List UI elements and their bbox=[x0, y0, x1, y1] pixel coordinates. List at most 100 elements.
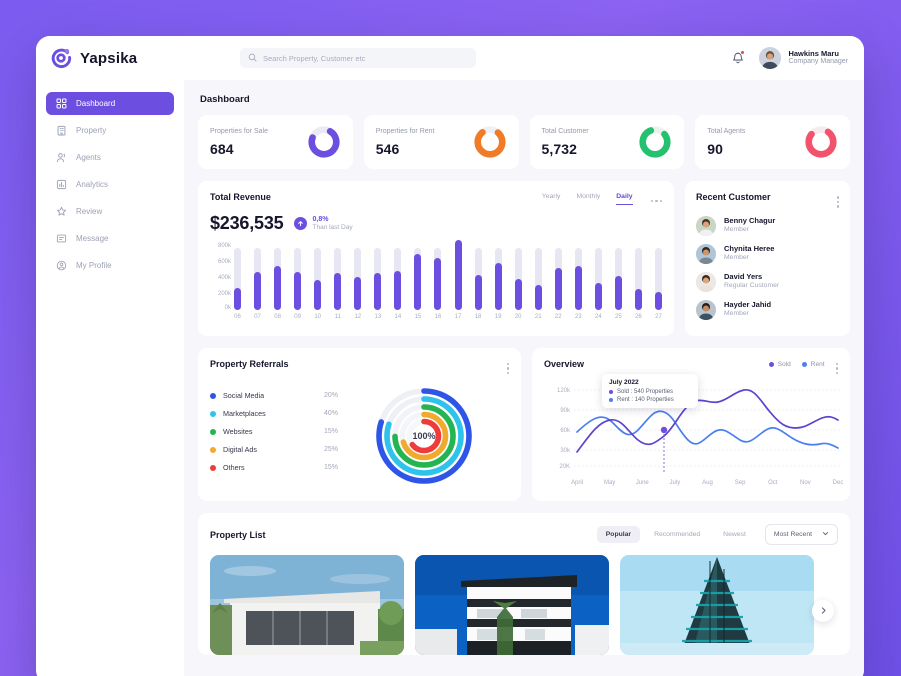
user-circle-icon bbox=[56, 260, 67, 271]
bar-column[interactable] bbox=[334, 242, 342, 310]
list-item[interactable]: Chynita Heree Member bbox=[696, 243, 839, 264]
sidebar-item-label: Message bbox=[76, 234, 109, 243]
revenue-amount-row: $236,535 0,8% Than last Day bbox=[210, 213, 662, 234]
donut-chart-customer bbox=[638, 125, 672, 159]
bar-column[interactable] bbox=[374, 242, 382, 310]
search-bar[interactable] bbox=[240, 48, 476, 68]
bar-column[interactable] bbox=[314, 242, 322, 310]
tooltip-title: July 2022 bbox=[609, 379, 639, 386]
property-card-modern-house[interactable] bbox=[415, 555, 609, 655]
sort-select[interactable]: Most Recent bbox=[764, 524, 838, 545]
bar-column[interactable] bbox=[654, 242, 662, 310]
stat-card-total-customer[interactable]: Total Customer 5,732 bbox=[529, 115, 685, 169]
legend-swatch bbox=[768, 361, 774, 367]
referral-row[interactable]: Digital Ads 25% bbox=[210, 445, 338, 454]
bar-column[interactable] bbox=[494, 242, 502, 310]
referral-row[interactable]: Websites 15% bbox=[210, 427, 338, 436]
y-tick: 600k bbox=[217, 259, 231, 265]
bar-column[interactable] bbox=[594, 242, 602, 310]
tab-daily[interactable]: Daily bbox=[616, 193, 633, 205]
bar-track bbox=[274, 248, 282, 310]
sidebar-item-property[interactable]: Property bbox=[46, 119, 174, 142]
bar-column[interactable] bbox=[474, 242, 482, 310]
bar-column[interactable] bbox=[294, 242, 302, 310]
total-revenue-card: Total Revenue Yearly Monthly Daily $236,… bbox=[198, 181, 674, 336]
overview-line-chart: 120k 90k 60k 30k 20K April May June July… bbox=[544, 374, 843, 493]
bar-column[interactable] bbox=[514, 242, 522, 310]
customer-name: David Yers bbox=[724, 272, 763, 282]
chip-popular[interactable]: Popular bbox=[596, 526, 641, 543]
referral-label: Websites bbox=[223, 427, 253, 436]
card-title: Property List bbox=[210, 529, 266, 540]
referral-row[interactable]: Social Media 20% bbox=[210, 391, 338, 400]
bar-column[interactable] bbox=[434, 242, 442, 310]
x-tick: 16 bbox=[434, 314, 442, 320]
y-tick: 20K bbox=[559, 464, 570, 470]
list-item[interactable]: Benny Chagur Member bbox=[696, 215, 839, 236]
sidebar-item-dashboard[interactable]: Dashboard bbox=[46, 92, 174, 115]
x-tick: 25 bbox=[615, 314, 622, 320]
list-item[interactable]: Hayder Jahid Member bbox=[696, 299, 839, 320]
revenue-row: Total Revenue Yearly Monthly Daily $236,… bbox=[198, 181, 850, 336]
stat-card-properties-for-sale[interactable]: Properties for Sale 684 bbox=[198, 115, 353, 169]
legend-swatch bbox=[210, 446, 216, 453]
property-card-glass-tower[interactable] bbox=[620, 555, 814, 655]
bar-column[interactable] bbox=[234, 242, 241, 310]
avatar bbox=[696, 299, 716, 320]
tab-yearly[interactable]: Yearly bbox=[542, 193, 561, 205]
stat-label: Total Customer bbox=[541, 127, 589, 135]
sidebar-item-my-profile[interactable]: My Profile bbox=[46, 254, 174, 277]
brand[interactable]: Yapsika bbox=[50, 47, 198, 69]
property-card-villa[interactable] bbox=[210, 555, 404, 655]
x-tick: Sep bbox=[735, 480, 746, 486]
delta-subtitle: Than last Day bbox=[312, 223, 353, 231]
stat-card-properties-for-rent[interactable]: Properties for Rent 546 bbox=[363, 115, 519, 169]
x-tick: 26 bbox=[635, 314, 642, 320]
bar-column[interactable] bbox=[574, 242, 582, 310]
search-input[interactable] bbox=[263, 53, 468, 63]
x-tick: 17 bbox=[454, 314, 462, 320]
referral-row[interactable]: Marketplaces 40% bbox=[210, 409, 338, 418]
bar-track bbox=[494, 248, 502, 310]
chip-newest[interactable]: Newest bbox=[714, 526, 755, 543]
list-item[interactable]: David Yers Regular Customer bbox=[696, 271, 839, 292]
tab-monthly[interactable]: Monthly bbox=[576, 193, 600, 205]
sidebar-item-message[interactable]: Message bbox=[46, 227, 174, 250]
y-tick: 30k bbox=[560, 448, 571, 454]
bar-column[interactable] bbox=[534, 242, 542, 310]
bar-track bbox=[394, 248, 402, 310]
card-title: Property Referrals bbox=[210, 358, 289, 369]
bar-fill bbox=[414, 254, 422, 310]
tooltip-row-sold: Sold : 540 Properties bbox=[609, 389, 691, 395]
bar-fill bbox=[474, 275, 482, 310]
stat-card-total-agents[interactable]: Total Agents 90 bbox=[695, 115, 850, 169]
more-horizontal-icon[interactable] bbox=[649, 196, 662, 203]
y-tick: 60k bbox=[560, 428, 571, 434]
sidebar-item-review[interactable]: Review bbox=[46, 200, 174, 223]
bar-column[interactable] bbox=[394, 242, 402, 310]
bar-track bbox=[614, 248, 622, 310]
bar-fill bbox=[434, 258, 442, 310]
more-vertical-icon[interactable] bbox=[505, 359, 509, 374]
bar-column[interactable] bbox=[454, 240, 462, 310]
bar-column[interactable] bbox=[414, 242, 422, 310]
referral-row[interactable]: Others 15% bbox=[210, 463, 338, 472]
more-vertical-icon[interactable] bbox=[834, 359, 838, 374]
sidebar-item-analytics[interactable]: Analytics bbox=[46, 173, 174, 196]
bar-column[interactable] bbox=[554, 242, 562, 310]
bar-column[interactable] bbox=[354, 242, 362, 310]
app-window: Yapsika Search Property, Customer etc Ha… bbox=[36, 36, 864, 676]
x-tick: 08 bbox=[274, 314, 281, 320]
more-vertical-icon[interactable] bbox=[835, 192, 839, 208]
bar-column[interactable] bbox=[254, 242, 262, 310]
next-button[interactable] bbox=[812, 600, 834, 622]
sidebar-item-agents[interactable]: Agents bbox=[46, 146, 174, 169]
chip-recommended[interactable]: Recommended bbox=[645, 526, 709, 543]
bar-column[interactable] bbox=[634, 242, 642, 310]
bar-column[interactable] bbox=[274, 242, 282, 310]
bar-column[interactable] bbox=[614, 242, 622, 310]
bell-icon[interactable] bbox=[730, 50, 746, 66]
sidebar-item-label: My Profile bbox=[76, 261, 112, 270]
overview-header: Overview Sold Rent bbox=[544, 359, 838, 374]
user-menu[interactable]: Hawkins Maru Company Manager bbox=[759, 47, 848, 69]
